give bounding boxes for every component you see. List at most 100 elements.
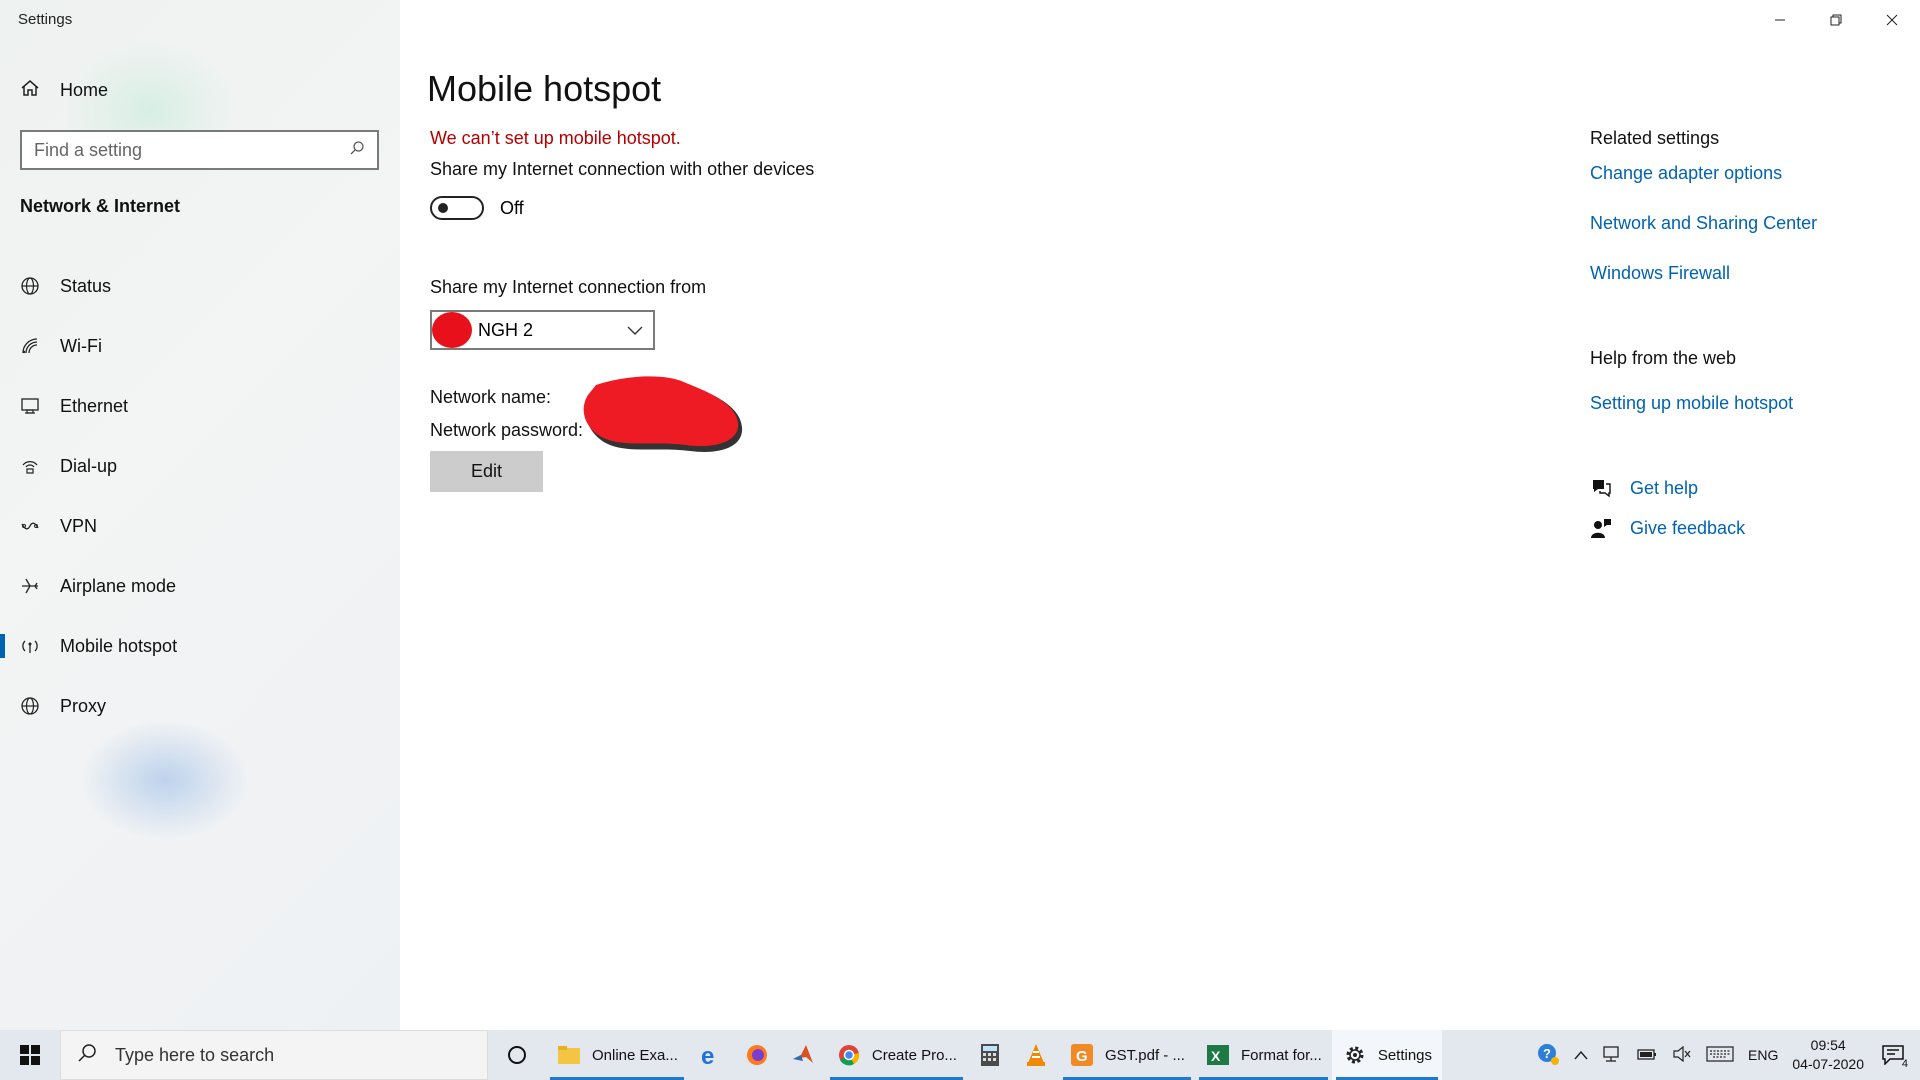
section-title: Network & Internet [20,196,181,216]
setting-search-input[interactable]: Find a setting [20,130,379,170]
sidebar-item-label: Wi-Fi [60,335,102,356]
notification-icon [1882,1045,1904,1065]
sidebar-item-wifi[interactable]: Wi-Fi [0,316,400,376]
svg-text:G: G [1076,1048,1088,1065]
taskbar-app-pdf-reader[interactable]: G GST.pdf - ... [1059,1030,1195,1080]
redaction-mark [432,312,472,348]
taskbar-app-file-explorer[interactable]: Online Exa... [546,1030,688,1080]
network-password-label: Network password: [430,420,584,440]
link-change-adapter-options[interactable]: Change adapter options [1590,163,1782,184]
taskbar-app-chrome[interactable]: Create Pro... [826,1030,967,1080]
vlc-icon [1023,1042,1049,1068]
close-button[interactable] [1864,0,1920,40]
search-icon[interactable] [349,140,365,161]
sidebar-item-label: Airplane mode [60,575,177,596]
volume-muted-icon[interactable] [1672,1045,1692,1065]
taskbar-app-label: Settings [1377,1046,1433,1064]
app-title: Settings [18,11,73,28]
page-title: Mobile hotspot [427,68,662,109]
start-button[interactable] [0,1030,60,1080]
cortana-icon [508,1046,526,1064]
sidebar-item-label: Dial-up [60,455,118,476]
taskbar-app-label: Format for... [1240,1046,1322,1064]
edge-icon: e [698,1042,724,1068]
error-message: We can’t set up mobile hotspot. [430,128,681,148]
excel-icon: X [1205,1042,1231,1068]
sidebar-item-vpn[interactable]: VPN [0,496,400,556]
svg-text:?: ? [1543,1046,1551,1061]
share-from-value: NGH 2 [478,319,534,340]
chrome-icon [836,1042,862,1068]
link-setting-up-hotspot[interactable]: Setting up mobile hotspot [1590,393,1793,414]
hotspot-icon [20,636,40,656]
globe-status-icon [20,276,40,296]
taskbar-app-calculator[interactable] [967,1030,1013,1080]
sidebar-item-status[interactable]: Status [0,256,400,316]
action-center-button[interactable]: 4 [1878,1040,1908,1070]
sidebar-item-proxy[interactable]: Proxy [0,676,400,736]
file-explorer-icon [556,1042,582,1068]
taskbar-app-firefox[interactable] [734,1030,780,1080]
taskbar-app-vlc[interactable] [1013,1030,1059,1080]
sidebar-item-mobile-hotspot[interactable]: Mobile hotspot [0,616,400,676]
taskbar-app-edge[interactable]: e [688,1030,734,1080]
sidebar-item-airplane-mode[interactable]: Airplane mode [0,556,400,616]
settings-window: Settings Home Find a setting Network & I… [0,0,1920,1030]
taskbar: Type here to search Online Exa... e Crea… [0,1030,1920,1080]
nav-home-label: Home [60,80,109,100]
keyboard-icon[interactable] [1706,1045,1734,1065]
setting-search-placeholder: Find a setting [34,139,143,160]
home-icon [20,78,40,103]
sidebar-item-ethernet[interactable]: Ethernet [0,376,400,436]
chevron-down-icon [627,320,643,341]
taskbar-app-label: Create Pro... [871,1046,957,1064]
sidebar-item-dialup[interactable]: Dial-up [0,436,400,496]
give-feedback-link[interactable]: Give feedback [1590,517,1745,539]
language-indicator[interactable]: ENG [1748,1047,1778,1063]
edit-button[interactable]: Edit [430,451,543,492]
taskbar-app-excel[interactable]: X Format for... [1195,1030,1332,1080]
link-windows-firewall[interactable]: Windows Firewall [1590,263,1730,284]
nav-home[interactable]: Home [20,78,108,103]
calculator-icon [977,1042,1003,1068]
sidebar-item-label: Status [60,275,112,296]
battery-icon[interactable] [1636,1047,1658,1064]
nav-list: Status Wi-Fi Ethernet Dial-up VPN Airpla… [0,256,400,736]
clock[interactable]: 09:54 04-07-2020 [1792,1036,1864,1074]
clock-time: 09:54 [1810,1037,1846,1053]
help-web-title: Help from the web [1590,348,1737,368]
firefox-icon [744,1042,770,1068]
search-icon [77,1043,97,1068]
sidebar-item-label: Ethernet [60,395,129,416]
matlab-icon [790,1042,816,1068]
taskbar-app-settings[interactable]: Settings [1331,1030,1443,1080]
sidebar: Settings Home Find a setting Network & I… [0,0,400,1030]
taskbar-app-label: GST.pdf - ... [1104,1046,1185,1064]
taskbar-search-placeholder: Type here to search [115,1044,275,1065]
hotspot-toggle[interactable] [430,196,484,220]
help-tray-icon[interactable]: ? [1536,1042,1560,1069]
share-from-label: Share my Internet connection from [430,277,707,297]
vpn-icon [20,516,40,536]
system-tray: ? ENG 09:54 04-07-2020 4 [1536,1030,1920,1080]
related-settings-title: Related settings [1590,128,1720,148]
notification-count: 4 [1901,1058,1908,1070]
share-label: Share my Internet connection with other … [430,159,815,179]
get-help-icon [1590,477,1612,499]
minimize-button[interactable] [1752,0,1808,40]
cortana-button[interactable] [488,1030,546,1080]
dialup-icon [20,456,40,476]
airplane-icon [20,576,40,596]
taskbar-search-input[interactable]: Type here to search [60,1030,488,1080]
clock-date: 04-07-2020 [1792,1056,1864,1072]
get-help-link[interactable]: Get help [1590,477,1698,499]
taskbar-app-matlab[interactable] [780,1030,826,1080]
chevron-up-icon[interactable] [1574,1047,1588,1063]
network-tray-icon[interactable] [1602,1045,1622,1066]
sidebar-item-label: Proxy [60,695,107,716]
restore-button[interactable] [1808,0,1864,40]
get-help-label: Get help [1630,477,1699,498]
link-network-sharing-center[interactable]: Network and Sharing Center [1590,213,1817,234]
sidebar-item-label: VPN [60,515,98,536]
toggle-state: Off [500,197,524,218]
